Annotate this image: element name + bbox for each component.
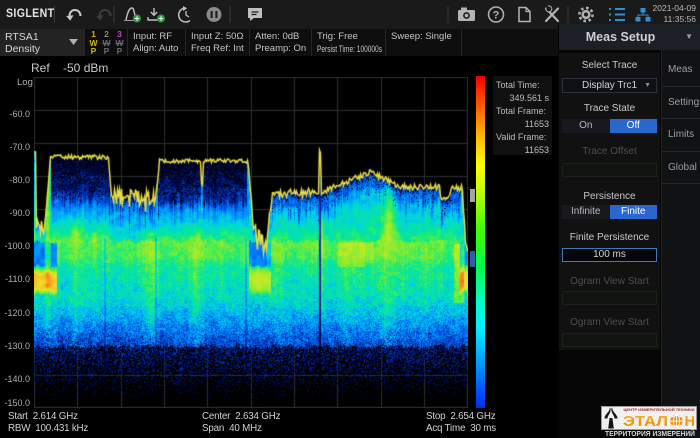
svg-text:ТЕРРИТОРИЯ ИЗМЕРЕНИЙ: ТЕРРИТОРИЯ ИЗМЕРЕНИЙ [605,429,695,437]
svg-text:ЦЕНТР ИЗМЕРИТЕЛЬНОЙ ТЕХНИКИ: ЦЕНТР ИЗМЕРИТЕЛЬНОЙ ТЕХНИКИ [624,408,695,412]
svg-text:?: ? [493,10,500,22]
svg-text:Н: Н [685,414,696,430]
svg-text:ЭТАЛ: ЭТАЛ [623,414,668,430]
